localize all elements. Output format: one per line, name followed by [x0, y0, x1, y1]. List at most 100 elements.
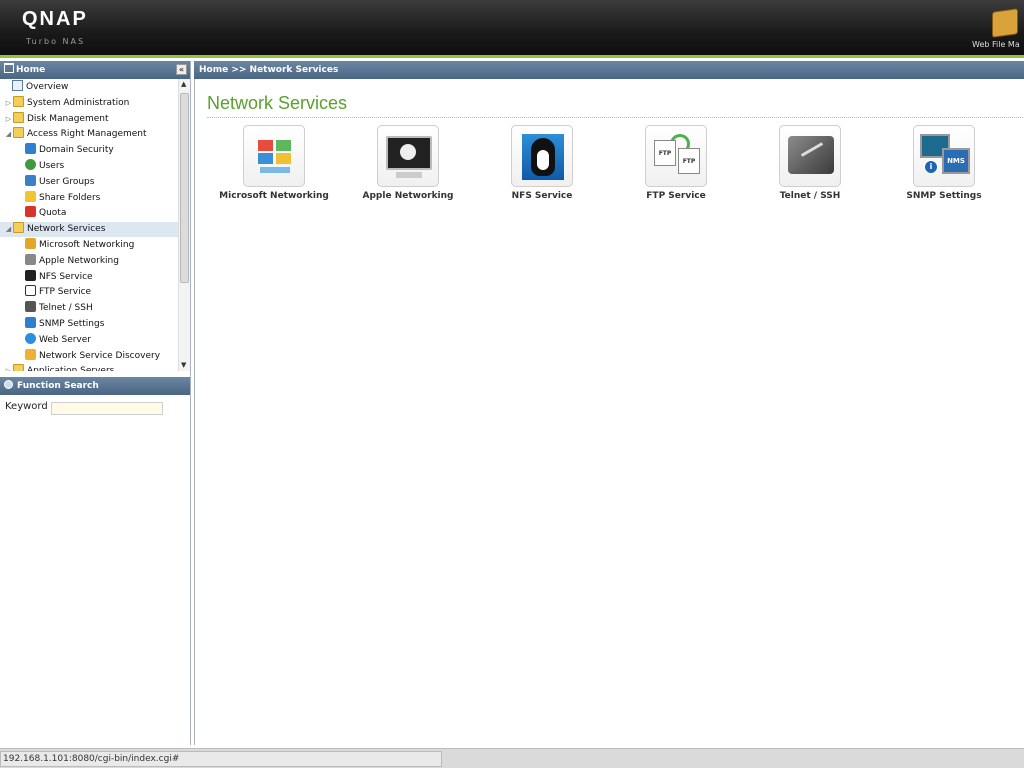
sidebar-item-label: Microsoft Networking	[39, 240, 135, 250]
sidebar-item-disk-management[interactable]: ▷ Disk Management	[0, 111, 178, 127]
browser-status-bar: 192.168.1.101:8080/cgi-bin/index.cgi#	[0, 748, 1024, 768]
terminal-icon[interactable]	[779, 125, 841, 187]
overview-icon	[12, 80, 23, 91]
sidebar-item-label: Network Service Discovery	[39, 350, 161, 361]
sidebar-item-label: NFS Service	[39, 271, 93, 282]
home-icon	[4, 63, 14, 73]
user-groups-icon	[25, 174, 36, 186]
sidebar: Home « Overview ▷ System Administration ▷ Di…	[0, 61, 191, 745]
apple-monitor-icon[interactable]	[377, 125, 439, 187]
ftp-icon	[25, 285, 36, 297]
sidebar-item-label: Domain Security	[39, 145, 114, 156]
sidebar-item-quota[interactable]: Quota	[0, 206, 178, 221]
sidebar-item-access-right-management[interactable]: ◢ Access Right Management	[0, 127, 178, 142]
expand-arrow-icon[interactable]: ▷	[4, 96, 13, 111]
turbo-nas-subtitle: Turbo NAS	[26, 37, 86, 46]
sidebar-item-label: SNMP Settings	[39, 319, 105, 329]
sidebar-item-label: User Groups	[39, 176, 95, 187]
sidebar-item-network-service-discovery[interactable]: Network Service Discovery	[0, 348, 178, 364]
page-title: Network Services	[207, 93, 348, 113]
sidebar-item-user-groups[interactable]: User Groups	[0, 174, 178, 190]
keyword-search-input[interactable]	[51, 402, 163, 415]
apple-icon	[25, 253, 36, 265]
sidebar-item-label: Apple Networking	[39, 255, 119, 266]
function-search-header: Function Search	[0, 377, 190, 395]
sidebar-item-system-administration[interactable]: ▷ System Administration	[0, 95, 178, 111]
scroll-up-arrow-icon[interactable]: ▲	[181, 80, 186, 88]
sidebar-item-label: Users	[39, 161, 65, 171]
expand-arrow-icon[interactable]: ◢	[4, 222, 13, 237]
sidebar-item-label: Overview	[26, 82, 69, 92]
snmp-nms-icon[interactable]: NMS i	[913, 125, 975, 187]
scroll-down-arrow-icon[interactable]: ▼	[181, 361, 186, 369]
service-ftp[interactable]: FTP FTP FTP Service	[616, 125, 736, 201]
windows-network-icon[interactable]	[243, 125, 305, 187]
sidebar-item-ftp-service[interactable]: FTP Service	[0, 285, 178, 300]
main-content: Network Services Microsoft Networking Ap…	[194, 79, 1024, 745]
sidebar-item-nfs-service[interactable]: NFS Service	[0, 269, 178, 285]
folder-icon	[13, 127, 24, 139]
sidebar-header: Home «	[0, 61, 190, 79]
sidebar-item-label: Quota	[39, 208, 67, 219]
tree-scrollbar[interactable]: ▲ ▼	[178, 79, 190, 371]
sidebar-item-share-folders[interactable]: Share Folders	[0, 190, 178, 206]
terminal-icon	[25, 301, 36, 313]
service-label: Telnet / SSH	[779, 191, 841, 201]
sidebar-item-label: System Administration	[27, 97, 130, 108]
sidebar-item-application-servers[interactable]: ▷ Application Servers	[0, 364, 178, 371]
expand-arrow-icon[interactable]: ▷	[4, 364, 13, 371]
service-nfs[interactable]: NFS Service	[482, 125, 602, 201]
folder-icon	[13, 95, 24, 107]
top-header: QNAP Turbo NAS Web File Ma	[0, 0, 1024, 58]
service-snmp-settings[interactable]: NMS i SNMP Settings	[884, 125, 1004, 201]
title-divider	[207, 117, 1024, 118]
scrollbar-thumb[interactable]	[180, 93, 189, 283]
sidebar-item-telnet-ssh[interactable]: Telnet / SSH	[0, 301, 178, 316]
expand-arrow-icon[interactable]: ▷	[4, 112, 13, 127]
share-folder-icon	[25, 190, 36, 202]
keyword-label: Keyword :	[5, 401, 55, 412]
discovery-icon	[25, 348, 36, 360]
folder-icon	[13, 111, 24, 123]
service-telnet-ssh[interactable]: Telnet / SSH	[750, 125, 870, 201]
sidebar-item-label: FTP Service	[39, 287, 92, 298]
service-label: Apple Networking	[362, 191, 454, 201]
sidebar-item-microsoft-networking[interactable]: Microsoft Networking	[0, 238, 178, 253]
collapse-sidebar-button[interactable]: «	[176, 64, 187, 75]
globe-icon	[25, 332, 36, 344]
sidebar-item-overview[interactable]: Overview	[0, 80, 178, 95]
sidebar-item-apple-networking[interactable]: Apple Networking	[0, 253, 178, 269]
sidebar-title: Home	[16, 65, 46, 75]
web-file-manager-shortcut[interactable]: Web File Ma	[972, 4, 1024, 52]
expand-arrow-icon[interactable]: ◢	[4, 127, 13, 142]
service-label: Microsoft Networking	[219, 191, 329, 201]
user-icon	[25, 159, 36, 170]
navigation-tree: Overview ▷ System Administration ▷ Disk Mana…	[0, 79, 178, 371]
sidebar-item-users[interactable]: Users	[0, 159, 178, 174]
qnap-logo: QNAP	[22, 8, 88, 30]
service-label: FTP Service	[646, 191, 706, 201]
sidebar-item-web-server[interactable]: Web Server	[0, 332, 178, 348]
service-apple-networking[interactable]: Apple Networking	[348, 125, 468, 201]
quota-icon	[25, 206, 36, 218]
windows-icon	[25, 238, 36, 249]
sidebar-item-domain-security[interactable]: Domain Security	[0, 143, 178, 158]
sidebar-item-label: Access Right Management	[27, 129, 147, 140]
domain-security-icon	[25, 143, 36, 155]
sidebar-item-snmp-settings[interactable]: SNMP Settings	[0, 317, 178, 332]
web-file-manager-label: Web File Ma	[972, 40, 1020, 49]
sidebar-item-label: Web Server	[39, 334, 91, 345]
penguin-icon[interactable]	[511, 125, 573, 187]
sidebar-item-label: Telnet / SSH	[39, 303, 93, 314]
sidebar-item-label: Network Services	[27, 224, 106, 235]
service-microsoft-networking[interactable]: Microsoft Networking	[214, 125, 334, 201]
service-label: SNMP Settings	[906, 191, 982, 201]
penguin-icon	[25, 269, 36, 281]
ftp-servers-icon[interactable]: FTP FTP	[645, 125, 707, 187]
folder-icon	[13, 364, 24, 371]
sidebar-item-label: Share Folders	[39, 192, 101, 203]
sidebar-item-network-services[interactable]: ◢ Network Services	[0, 222, 178, 238]
sidebar-item-label: Disk Management	[27, 113, 109, 124]
search-icon	[4, 380, 13, 389]
folder-icon	[13, 222, 24, 234]
